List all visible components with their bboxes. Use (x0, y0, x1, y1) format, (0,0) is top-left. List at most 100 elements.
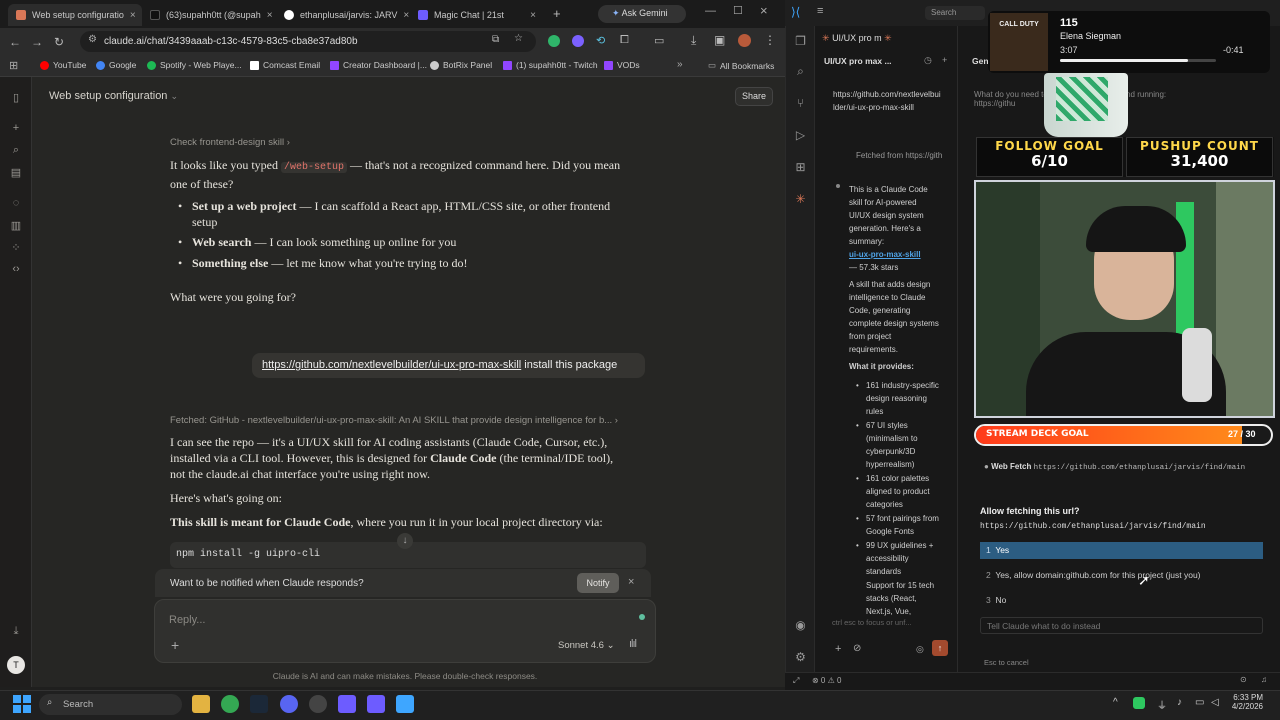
panel1-fetched[interactable]: Fetched from https://gith (856, 149, 956, 163)
model-selector[interactable]: Sonnet 4.6 ⌄ (558, 640, 615, 651)
extensions-puzzle-icon[interactable]: ⧠ (620, 34, 629, 47)
bookmarks-overflow-icon[interactable]: » (677, 59, 683, 70)
ask-gemini-button[interactable]: ✦ Ask Gemini (598, 5, 686, 23)
tool-use-check-skill[interactable]: Check frontend-design skill › (170, 137, 290, 148)
tab-tiktok[interactable]: (63)supahh0tt (@supah × (142, 4, 276, 26)
volume-icon[interactable]: ◁ (1211, 697, 1219, 708)
skill-link[interactable]: ui-ux-pro-max-skill (849, 248, 939, 261)
search-icon[interactable]: ⌕ (9, 144, 23, 158)
maximize-button[interactable]: ☐ (733, 4, 743, 17)
cast-icon[interactable]: ▣ (714, 33, 725, 47)
artifacts-icon[interactable]: ▥ (9, 219, 23, 233)
close-icon[interactable]: × (530, 10, 536, 21)
chrome-icon[interactable] (221, 695, 239, 713)
new-chat-icon[interactable]: + (9, 122, 23, 136)
vs-icon-2[interactable] (367, 695, 385, 713)
extension-icon[interactable] (572, 35, 584, 47)
tab-web-setup[interactable]: Web setup configuratio × (8, 4, 142, 26)
source-control-icon[interactable]: ⑂ (793, 96, 808, 111)
notify-button[interactable]: Notify (577, 573, 619, 593)
add-attachment-icon[interactable]: + (171, 637, 179, 653)
tray-usb-icon[interactable]: ⏚ (1157, 697, 1167, 712)
vs-icon[interactable] (338, 695, 356, 713)
file-explorer-icon[interactable] (192, 695, 210, 713)
bookmark-google[interactable]: Google (96, 60, 136, 70)
taskbar-search[interactable]: ⌕ Search (39, 694, 182, 715)
bookmark-botrix[interactable]: BotRix Panel (430, 60, 492, 70)
taskbar-clock[interactable]: 6:33 PM 4/2/2026 (1225, 693, 1263, 711)
projects-icon[interactable]: ▤ (9, 166, 23, 180)
download-app-icon[interactable]: ⤓ (9, 625, 23, 639)
remote-icon[interactable]: ⤢ (793, 676, 799, 686)
menu-kebab-icon[interactable]: ⋮ (764, 33, 776, 47)
bookmark-creator-dashboard[interactable]: Creator Dashboard |... (330, 60, 427, 70)
address-bar[interactable]: ⚙ claude.ai/chat/3439aaab-c13c-4579-83c5… (80, 31, 536, 52)
command-search[interactable]: Search (925, 6, 985, 20)
chats-icon[interactable]: ◌ (9, 197, 23, 211)
close-icon[interactable]: × (267, 10, 273, 21)
search-icon[interactable]: ⌕ (793, 64, 808, 79)
close-icon[interactable]: × (403, 10, 409, 21)
tray-app-icon[interactable] (1133, 697, 1145, 709)
bookmark-comcast[interactable]: Comcast Email (250, 60, 320, 70)
history-icon[interactable]: ◷ (924, 55, 932, 66)
share-button[interactable]: Share (735, 87, 773, 106)
extensions-icon[interactable]: ⊞ (793, 160, 808, 175)
discord-icon[interactable] (280, 695, 298, 713)
minimize-button[interactable]: — (705, 5, 716, 17)
extension-grammarly-icon[interactable] (548, 35, 560, 47)
site-info-icon[interactable]: ⚙ (88, 34, 97, 45)
obs-icon[interactable] (309, 695, 327, 713)
tab-uiux[interactable]: ✳ UI/UX pro m ✳ (822, 30, 950, 48)
copilot-icon[interactable]: ⊙ (1240, 675, 1247, 684)
add-icon[interactable]: + (835, 643, 841, 655)
send-button[interactable]: ↑ (932, 640, 948, 656)
tell-claude-input[interactable]: Tell Claude what to do instead (980, 617, 1263, 634)
back-icon[interactable]: ← (4, 35, 26, 49)
scroll-down-button[interactable]: ↓ (397, 533, 413, 549)
new-tab-button[interactable]: + (553, 6, 561, 21)
tool-use-fetched[interactable]: Fetched: GitHub - nextlevelbuilder/ui-ux… (170, 415, 645, 426)
tab-github[interactable]: ethanplusai/jarvis: JARV × (276, 4, 410, 26)
repo-link[interactable]: https://github.com/nextlevelbuilder/ui-u… (262, 359, 521, 371)
start-button[interactable] (13, 695, 31, 713)
tray-mic-icon[interactable]: ♪ (1177, 697, 1182, 708)
reply-composer[interactable]: Reply... + Sonnet 4.6 ⌄ ılıl (154, 599, 656, 663)
extension-translate-icon[interactable]: ⟲ (596, 34, 605, 47)
menu-icon[interactable]: ≡ (817, 5, 823, 17)
claude-icon[interactable]: ✳ (793, 192, 808, 207)
option-yes[interactable]: 1 Yes (980, 542, 1263, 559)
bookmark-star-icon[interactable]: ☆ (514, 33, 523, 44)
sidebar-toggle-icon[interactable]: ▯ (9, 91, 23, 105)
steam-icon[interactable] (250, 695, 268, 713)
option-yes-domain[interactable]: 2 Yes, allow domain:github.com for this … (980, 567, 1263, 584)
voice-icon[interactable]: ılıl (629, 638, 637, 650)
vscode-taskbar-icon[interactable] (396, 695, 414, 713)
apps-grid-icon[interactable]: ⊞ (9, 59, 18, 72)
sidepanel-icon[interactable]: ▭ (654, 34, 664, 47)
forward-icon[interactable]: → (26, 35, 48, 49)
settings-gear-icon[interactable]: ⚙ (793, 650, 808, 665)
reply-input[interactable]: Reply... (169, 614, 205, 626)
code-icon[interactable]: ‹› (9, 263, 23, 277)
explorer-icon[interactable]: ❐ (793, 34, 808, 49)
bookmark-youtube[interactable]: YouTube (40, 60, 86, 70)
problems-status[interactable]: ⊗ 0 ⚠ 0 (812, 676, 841, 685)
network-icon[interactable]: ▭ (1195, 697, 1204, 708)
tab-magic-chat[interactable]: Magic Chat | 21st × (410, 4, 544, 26)
option-no[interactable]: 3 No (980, 592, 1263, 609)
bookmark-vods[interactable]: VODs (604, 60, 640, 70)
account-icon[interactable]: ◉ (793, 618, 808, 633)
bookmark-twitch[interactable]: (1) supahh0tt - Twitch (503, 60, 598, 70)
window-close-button[interactable]: × (760, 3, 768, 18)
close-icon[interactable]: × (130, 10, 136, 21)
run-debug-icon[interactable]: ▷ (793, 128, 808, 143)
mention-icon[interactable]: ◎ (916, 644, 924, 655)
panel1-input[interactable]: ctrl esc to focus or unf... (832, 618, 950, 632)
all-bookmarks[interactable]: ▭ All Bookmarks (708, 60, 774, 71)
slash-command-icon[interactable]: ⊘ (853, 643, 861, 654)
reload-icon[interactable]: ↻ (48, 35, 70, 49)
tray-overflow-icon[interactable]: ^ (1113, 697, 1118, 708)
notifications-bell-icon[interactable]: ♫ (1261, 675, 1267, 684)
download-icon[interactable]: ⤓ (691, 33, 696, 48)
